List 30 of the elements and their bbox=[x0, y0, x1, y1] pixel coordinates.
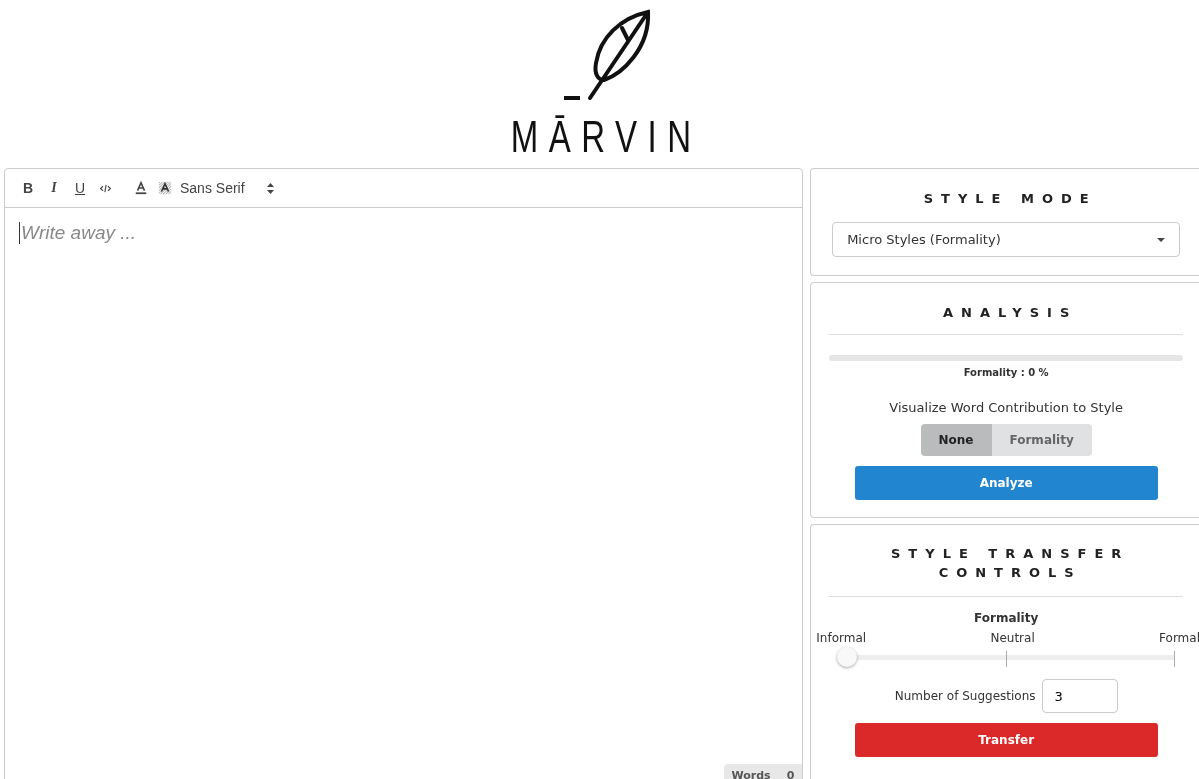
slider-title: Formality bbox=[974, 611, 1039, 625]
analyze-button[interactable]: Analyze bbox=[854, 466, 1158, 500]
formality-slider[interactable] bbox=[837, 647, 1176, 667]
scale-label: Formal bbox=[1159, 631, 1199, 645]
font-dropdown[interactable]: Sans Serif bbox=[176, 180, 278, 196]
scale-label: Informal bbox=[816, 631, 867, 645]
text-color-icon[interactable] bbox=[134, 180, 148, 196]
section-title: ANALYSIS bbox=[943, 304, 1078, 322]
italic-button[interactable]: I bbox=[43, 176, 65, 200]
section-title: CONTROLS bbox=[938, 564, 1082, 582]
bold-button[interactable]: B bbox=[17, 176, 39, 200]
highlight-icon[interactable] bbox=[158, 180, 172, 196]
transfer-button[interactable]: Transfer bbox=[854, 723, 1158, 757]
toggle-option[interactable]: Formality bbox=[991, 424, 1092, 456]
underline-button[interactable]: U bbox=[69, 176, 91, 200]
word-count: Words 0 bbox=[723, 764, 803, 779]
sort-icon bbox=[266, 182, 274, 194]
section-title: STYLE TRANSFER bbox=[891, 545, 1130, 563]
logo-text: MĀRVIN bbox=[511, 112, 702, 162]
section-title: STYLE MODE bbox=[923, 190, 1097, 208]
scale-label: Neutral bbox=[990, 631, 1035, 645]
toggle-label: Visualize Word Contribution to Style bbox=[889, 400, 1123, 415]
formality-reading: Formality : 0 % bbox=[963, 367, 1049, 378]
code-icon[interactable] bbox=[100, 182, 111, 194]
toggle-option[interactable]: None bbox=[920, 424, 992, 456]
caret-icon bbox=[1157, 237, 1166, 242]
text-editor[interactable]: Write away ... bbox=[19, 222, 137, 244]
suggestions-field[interactable]: 3 bbox=[1041, 679, 1118, 713]
style-dropdown[interactable]: Micro Styles (Formality) bbox=[832, 222, 1181, 257]
suggestions-label: Number of Suggestions bbox=[894, 689, 1036, 703]
